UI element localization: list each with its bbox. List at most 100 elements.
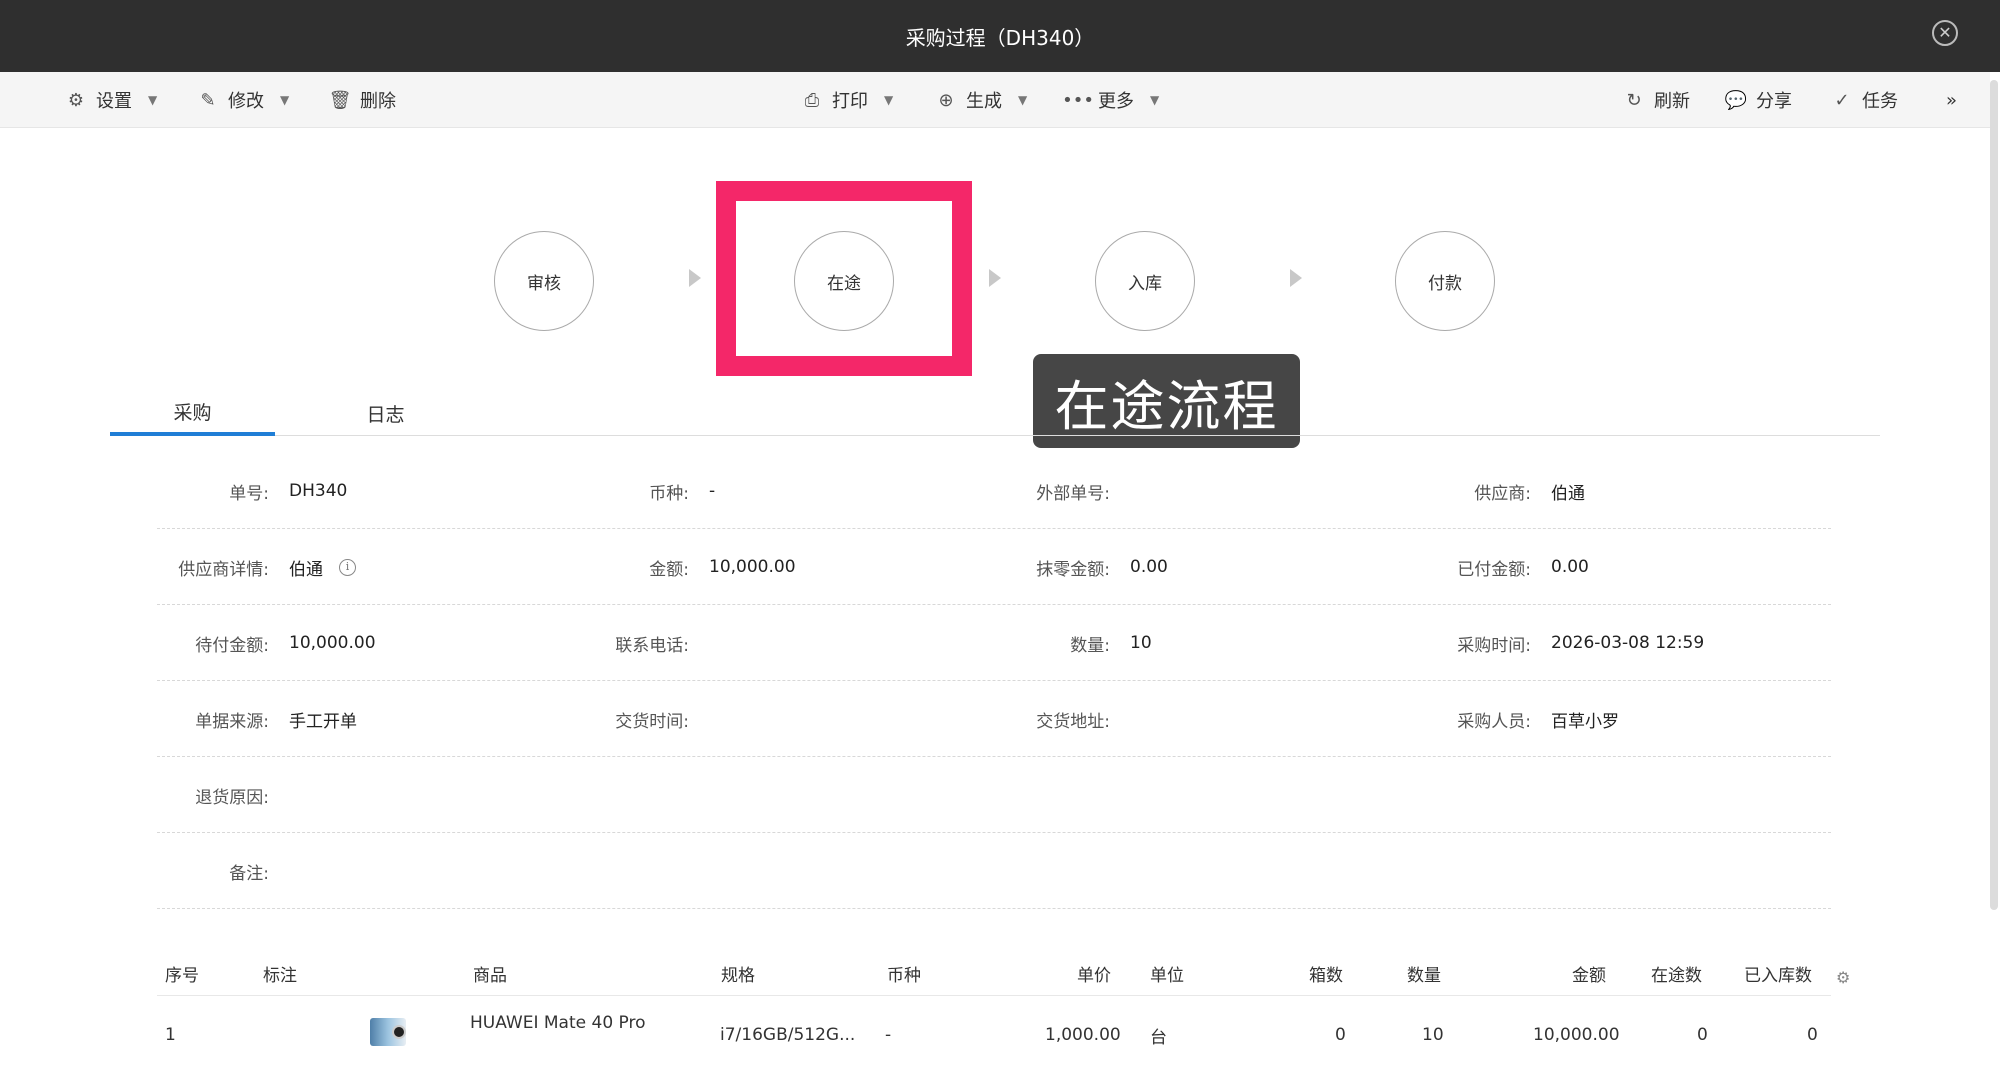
- highlight-box: [716, 181, 972, 376]
- remark-label: 备注:: [229, 863, 269, 884]
- column-header[interactable]: 规格: [721, 950, 755, 996]
- step-review[interactable]: 审核: [494, 231, 594, 331]
- form-row: 供应商详情: 伯通 i 金额: 10,000.00 抹零金额: 0.00 已付金额: 0.…: [157, 529, 1831, 605]
- external-no-label: 外部单号:: [1036, 483, 1110, 504]
- column-header[interactable]: 在途数: [1651, 950, 1702, 996]
- settings-label: 设置: [96, 91, 132, 112]
- step-arrow-icon: [689, 269, 701, 287]
- more-dots-icon: •••: [1062, 89, 1094, 111]
- form-row: 备注:: [157, 833, 1831, 909]
- comment-icon: 💬: [1724, 89, 1748, 111]
- cell-unit: 台: [1150, 1027, 1167, 1048]
- column-header[interactable]: 数量: [1407, 950, 1441, 996]
- currency-value: -: [709, 481, 716, 501]
- close-icon[interactable]: ✕: [1932, 20, 1958, 46]
- gear-icon: ⚙: [67, 89, 85, 111]
- cell-no: 1: [165, 1025, 176, 1045]
- task-button[interactable]: ✓ 任务: [1832, 72, 1898, 128]
- settings-menu[interactable]: ⚙ 设置 ▼: [66, 72, 157, 128]
- edit-menu[interactable]: ✎ 修改 ▼: [198, 72, 289, 128]
- toolbar: ⚙ 设置 ▼ ✎ 修改 ▼ 🗑 删除 ⎙ 打印 ▼ ⊕ 生成 ▼ ••• 更多 …: [0, 72, 1990, 128]
- cell-currency: -: [885, 1025, 892, 1045]
- return-reason-label: 退货原因:: [195, 787, 269, 808]
- edit-label: 修改: [228, 91, 264, 112]
- generate-label: 生成: [966, 91, 1002, 112]
- cell-price: 1,000.00: [1045, 1025, 1121, 1045]
- phone-label: 联系电话:: [615, 635, 689, 656]
- rounding-label: 抹零金额:: [1036, 559, 1110, 580]
- chevron-down-icon: ▼: [1150, 93, 1160, 107]
- form-row: 待付金额: 10,000.00 联系电话: 数量: 10 采购时间: 2026-03-…: [157, 605, 1831, 681]
- cell-boxes: 0: [1335, 1025, 1346, 1045]
- rounding-value: 0.00: [1130, 557, 1168, 577]
- printer-icon: ⎙: [804, 89, 820, 111]
- print-menu[interactable]: ⎙ 打印 ▼: [802, 72, 893, 128]
- expand-button[interactable]: »: [1946, 72, 1957, 128]
- cell-amount: 10,000.00: [1533, 1025, 1620, 1045]
- cell-product[interactable]: HUAWEI Mate 40 Pro: [470, 988, 646, 1058]
- order-no-label: 单号:: [229, 483, 269, 504]
- cell-spec: i7/16GB/512G...: [720, 1025, 856, 1045]
- quantity-value: 10: [1130, 633, 1152, 653]
- order-no-value: DH340: [289, 481, 348, 501]
- trash-icon: 🗑: [328, 89, 352, 111]
- check-circle-icon: ✓: [1834, 89, 1850, 111]
- column-header[interactable]: 序号: [165, 950, 199, 996]
- delete-label: 删除: [360, 91, 396, 112]
- double-chevron-right-icon: »: [1946, 89, 1958, 111]
- cell-qty: 10: [1422, 1025, 1444, 1045]
- print-label: 打印: [832, 91, 868, 112]
- window-title: 采购过程（DH340）: [905, 25, 1095, 50]
- column-header[interactable]: 单位: [1150, 950, 1184, 996]
- step-arrow-icon: [989, 269, 1001, 287]
- chevron-down-icon: ▼: [280, 93, 290, 107]
- delete-button[interactable]: 🗑 删除: [328, 72, 396, 128]
- source-label: 单据来源:: [195, 711, 269, 732]
- column-header[interactable]: 已入库数: [1744, 950, 1812, 996]
- unpaid-label: 待付金额:: [195, 635, 269, 656]
- purchase-time-label: 采购时间:: [1457, 635, 1531, 656]
- chevron-down-icon: ▼: [1018, 93, 1028, 107]
- task-label: 任务: [1862, 91, 1898, 112]
- tab-bar: 采购 日志: [110, 390, 1880, 436]
- supplier-value: 伯通: [1551, 483, 1585, 504]
- step-stock-in[interactable]: 入库: [1095, 231, 1195, 331]
- generate-menu[interactable]: ⊕ 生成 ▼: [936, 72, 1027, 128]
- column-header[interactable]: 金额: [1572, 950, 1606, 996]
- table-row[interactable]: 1 HUAWEI Mate 40 Pro i7/16GB/512G... - 1…: [157, 1000, 1831, 1070]
- cell-in-transit: 0: [1697, 1025, 1708, 1045]
- purchase-time-value: 2026-03-08 12:59: [1551, 633, 1705, 653]
- plus-circle-icon: ⊕: [938, 89, 954, 111]
- delivery-time-label: 交货时间:: [615, 711, 689, 732]
- edit-icon: ✎: [200, 89, 216, 111]
- info-icon[interactable]: i: [339, 558, 356, 576]
- table-settings-gear-icon[interactable]: ⚙: [1836, 968, 1850, 987]
- product-thumbnail[interactable]: [370, 1018, 406, 1046]
- refresh-button[interactable]: ↻ 刷新: [1624, 72, 1690, 128]
- form-row: 单据来源: 手工开单 交货时间: 交货地址: 采购人员: 百草小罗: [157, 681, 1831, 757]
- buyer-label: 采购人员:: [1457, 711, 1531, 732]
- share-label: 分享: [1756, 91, 1792, 112]
- share-button[interactable]: 💬 分享: [1724, 72, 1792, 128]
- quantity-label: 数量:: [1070, 635, 1110, 656]
- column-header[interactable]: 箱数: [1309, 950, 1343, 996]
- column-header[interactable]: 标注: [263, 950, 297, 996]
- step-arrow-icon: [1290, 269, 1302, 287]
- more-menu[interactable]: ••• 更多 ▼: [1062, 72, 1160, 128]
- form-row: 单号: DH340 币种: - 外部单号: 供应商: 伯通: [157, 453, 1831, 529]
- step-payment[interactable]: 付款: [1395, 231, 1495, 331]
- tab-log[interactable]: 日志: [303, 390, 468, 436]
- delivery-address-label: 交货地址:: [1036, 711, 1110, 732]
- chevron-down-icon: ▼: [884, 93, 894, 107]
- scrollbar[interactable]: [1990, 80, 1998, 910]
- paid-label: 已付金额:: [1457, 559, 1531, 580]
- column-header[interactable]: 单价: [1077, 950, 1111, 996]
- column-header[interactable]: 币种: [887, 950, 921, 996]
- chevron-down-icon: ▼: [148, 93, 158, 107]
- source-value: 手工开单: [289, 711, 357, 732]
- unpaid-value: 10,000.00: [289, 633, 376, 653]
- form-row: 退货原因:: [157, 757, 1831, 833]
- refresh-label: 刷新: [1654, 91, 1690, 112]
- table-header: 序号 标注 商品 规格 币种 单价 单位 箱数 数量 金额 在途数 已入库数: [157, 950, 1831, 996]
- tab-purchase[interactable]: 采购: [110, 390, 275, 436]
